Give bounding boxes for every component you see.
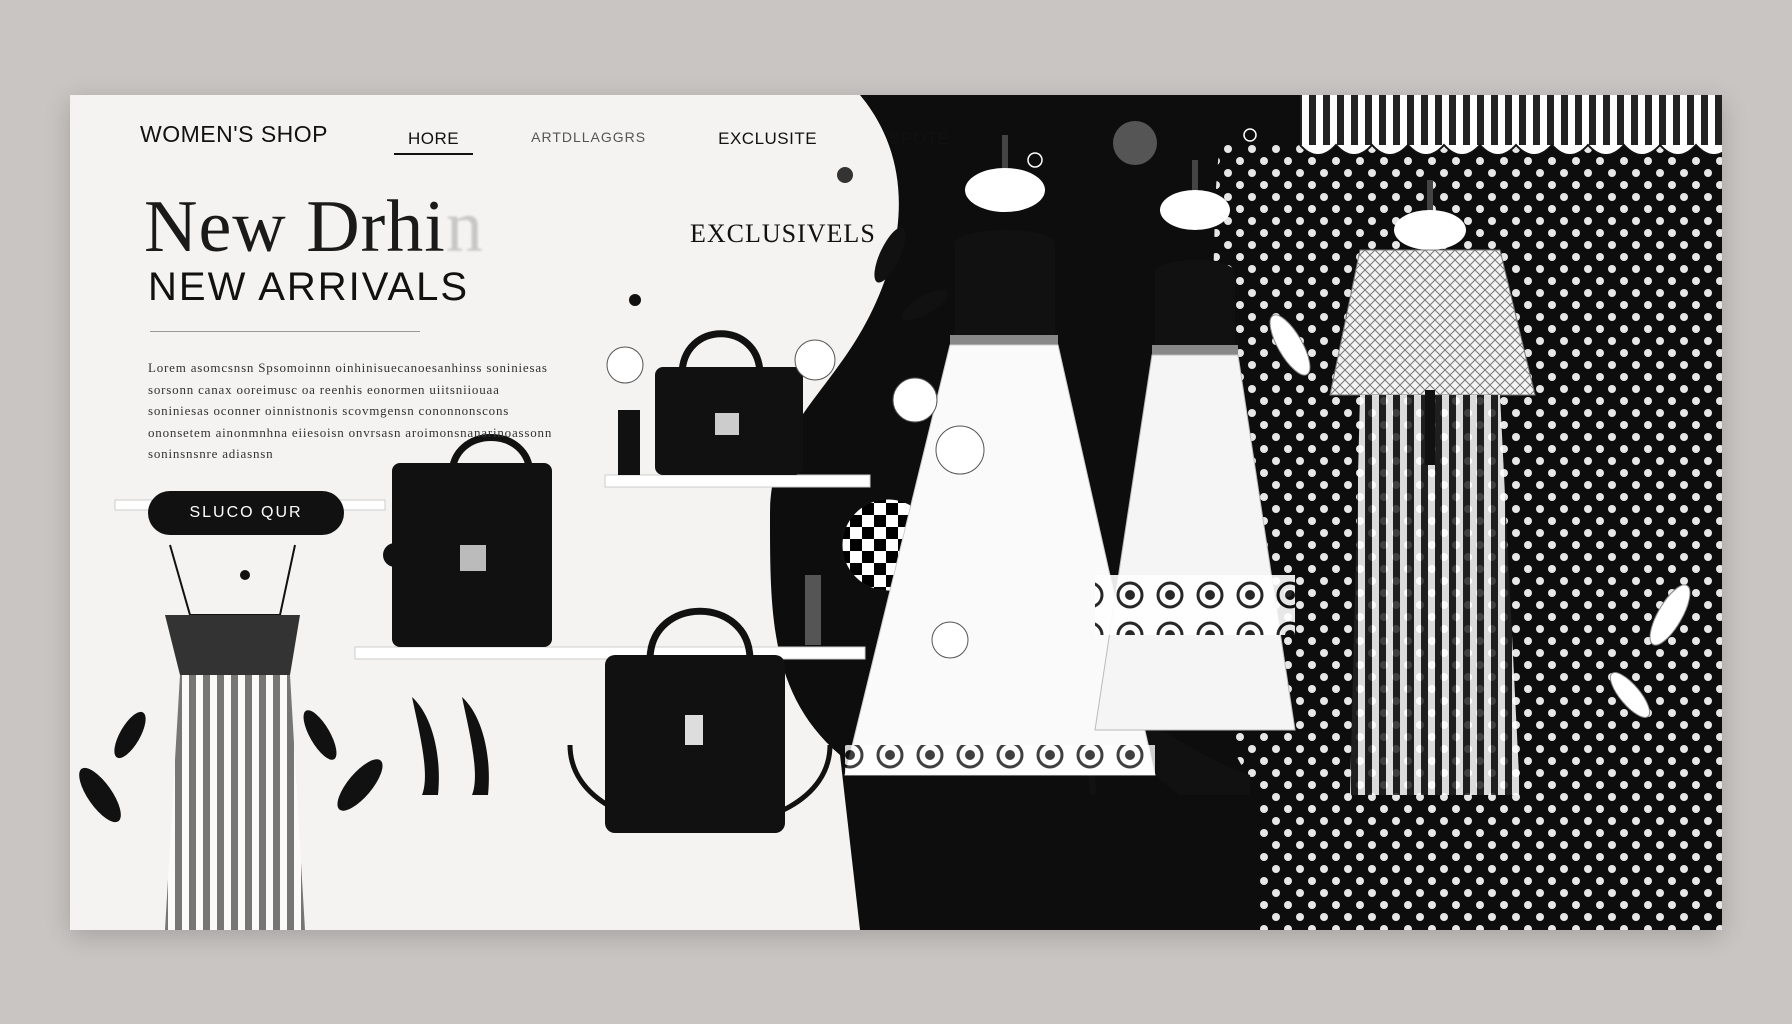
body-line: soninsnsnre adiasnsn <box>148 446 274 461</box>
body-line: sorsonn canax ooreimusc oa reenhis eonor… <box>148 381 500 397</box>
hero-subheadline: NEW ARRIVALS <box>148 265 470 309</box>
hero-banner: WOMEN'S SHOP HORE ARTDLLAGGRS EXCLUSITE … <box>70 95 1722 930</box>
shop-now-button[interactable]: SLUCO QUR <box>148 491 344 535</box>
handbag-icon <box>655 330 803 475</box>
nav-link-collections[interactable]: ARTDLLAGGRS <box>523 129 654 149</box>
hero-headline: New Drhin <box>144 185 484 270</box>
awning-icon <box>1299 95 1722 156</box>
perfume-bottle-icon <box>618 410 640 475</box>
high-heel-icon <box>412 697 489 795</box>
hero-body-text: Lorem asomcsnsn Spsomoinnn oinhinisuecan… <box>148 357 568 465</box>
hero-headline-text: New Drhi <box>144 186 446 268</box>
body-line: ononsetem ainonmnhna eiiesoisn onvrsasn … <box>148 424 553 440</box>
handbag-icon <box>392 434 552 647</box>
exclusives-label: EXCLUSIVELS <box>690 219 876 248</box>
divider <box>150 331 420 332</box>
site-logo[interactable]: WOMEN'S SHOP <box>140 121 328 148</box>
nav-link-exclusive[interactable]: EXCLUSITE <box>710 129 825 149</box>
slip-dress <box>165 544 305 930</box>
body-line: Lorem asomcsnsn Spsomoinnn oinhinisuecan… <box>148 360 548 375</box>
mannequin-icon <box>1329 180 1536 795</box>
decor-sphere <box>1113 121 1157 165</box>
shelf <box>604 474 871 488</box>
nav-link-home[interactable]: HORE <box>393 129 474 155</box>
main-nav: HORE ARTDLLAGGRS EXCLUSITE SPOTE <box>393 129 957 155</box>
hero-headline-ghost: n <box>445 186 484 268</box>
body-line: soniniesas oconner oinnistnonis scovmgen… <box>148 403 510 418</box>
nav-link-store[interactable]: SPOTE <box>881 129 957 149</box>
